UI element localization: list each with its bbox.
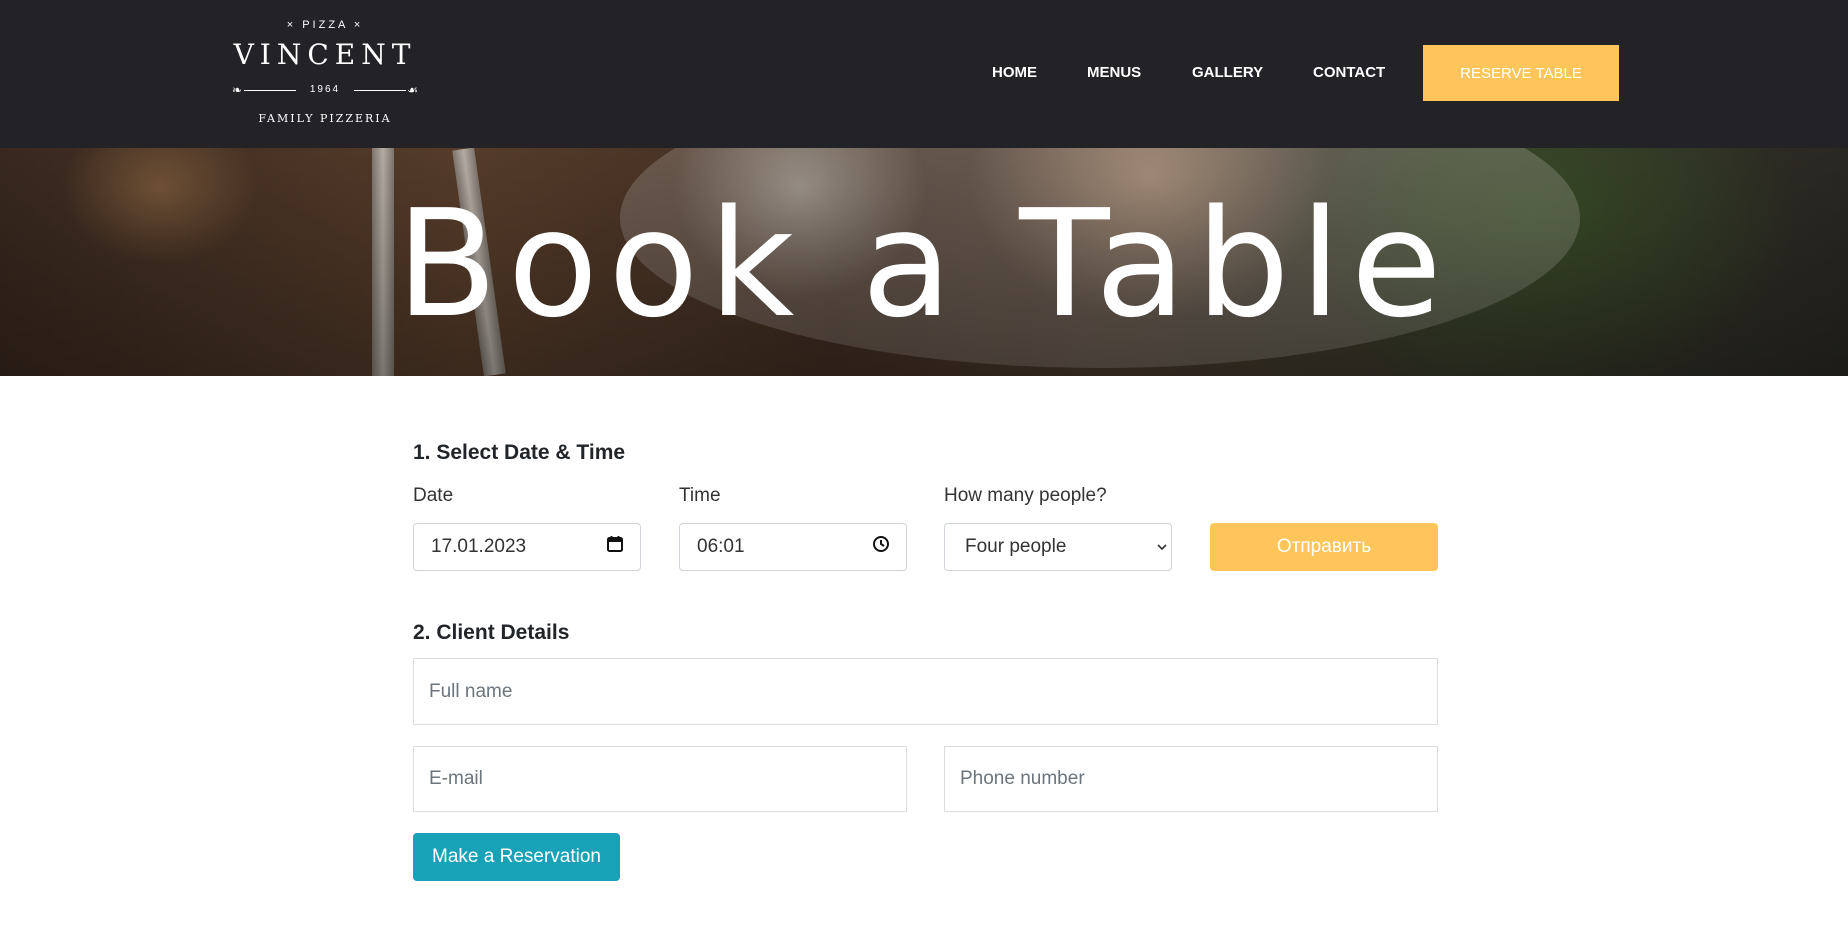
phone-placeholder: Phone number: [960, 768, 1085, 789]
nav-gallery[interactable]: GALLERY: [1192, 64, 1263, 82]
calendar-icon[interactable]: [606, 535, 624, 559]
section-date-time-title: 1. Select Date & Time: [413, 441, 626, 464]
hero-banner: Book a Table: [0, 148, 1848, 376]
clock-icon[interactable]: [872, 535, 890, 559]
logo-rule: [354, 90, 406, 91]
nav-menus[interactable]: MENUS: [1087, 64, 1141, 82]
people-label: How many people?: [944, 485, 1107, 506]
nav-home[interactable]: HOME: [992, 64, 1037, 82]
hero-title: Book a Table: [396, 178, 1452, 350]
fullname-input[interactable]: Full name: [413, 658, 1438, 725]
leaf-icon: ☙: [407, 83, 418, 97]
people-select-value: Four people: [965, 536, 1067, 557]
fullname-placeholder: Full name: [429, 680, 513, 702]
make-reservation-button[interactable]: Make a Reservation: [413, 833, 620, 881]
date-value: 17.01.2023: [431, 536, 527, 557]
section-client-details-title: 2. Client Details: [413, 621, 570, 644]
logo-subtitle: FAMILY PIZZERIA: [258, 112, 392, 125]
email-placeholder: E-mail: [429, 768, 483, 789]
people-select[interactable]: Four people: [944, 523, 1172, 571]
date-label: Date: [413, 485, 454, 506]
reserve-table-button[interactable]: RESERVE TABLE: [1423, 45, 1619, 101]
logo[interactable]: × PIZZA × VINCENT ❧ 1964 ☙ FAMILY PIZZER…: [228, 16, 422, 130]
nav-contact[interactable]: CONTACT: [1313, 64, 1385, 82]
site-header: × PIZZA × VINCENT ❧ 1964 ☙ FAMILY PIZZER…: [0, 0, 1848, 148]
logo-name: VINCENT: [233, 38, 417, 71]
time-label: Time: [679, 485, 721, 506]
email-input[interactable]: E-mail: [413, 746, 907, 812]
logo-top-text: × PIZZA ×: [286, 19, 364, 31]
date-input[interactable]: 17.01.2023: [413, 523, 641, 571]
time-input[interactable]: 06:01: [679, 523, 907, 571]
send-button[interactable]: Отправить: [1210, 523, 1438, 571]
phone-input[interactable]: Phone number: [944, 746, 1438, 812]
time-value: 06:01: [697, 536, 745, 557]
chevron-down-icon: [1157, 536, 1167, 558]
